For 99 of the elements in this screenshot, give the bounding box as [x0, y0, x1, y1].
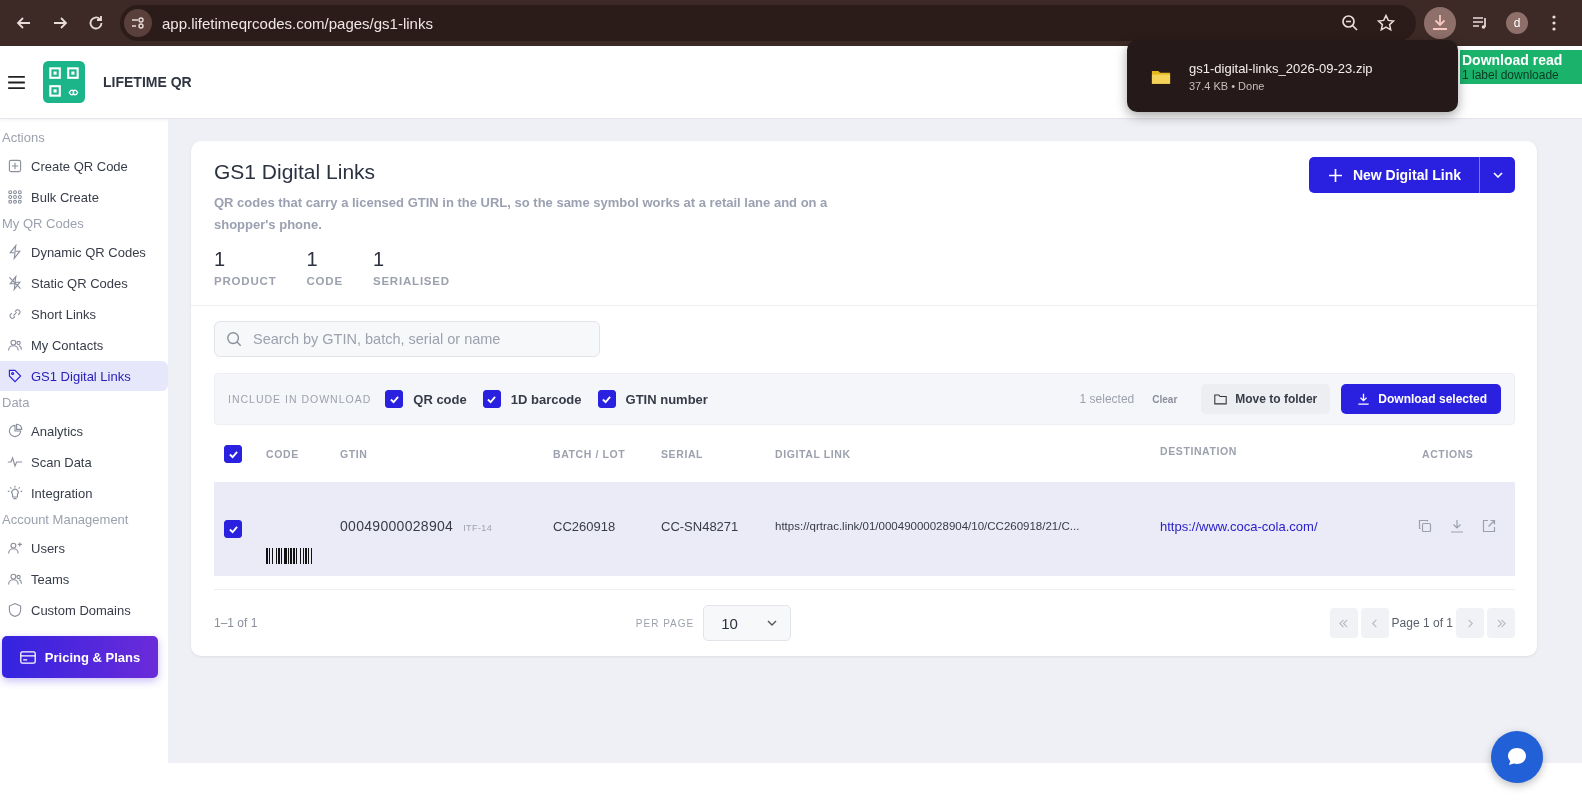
- sidebar-item[interactable]: Create QR Code: [0, 151, 168, 181]
- address-bar[interactable]: app.lifetimeqrcodes.com/pages/gs1-links: [120, 5, 1416, 41]
- sidebar-item[interactable]: Integration: [0, 478, 168, 508]
- sidebar-item[interactable]: Custom Domains: [0, 595, 168, 625]
- result-range: 1–1 of 1: [214, 616, 258, 630]
- stat-value: 1: [306, 248, 319, 271]
- column-header: DIGITAL LINK: [775, 448, 852, 460]
- stat-label: PRODUCT: [214, 275, 277, 287]
- digital-link-text: https://qrtrac.link/01/00049000028904/10/CC260918/21/C...: [775, 520, 1081, 532]
- download-icon[interactable]: [1424, 7, 1456, 39]
- tag-icon: [7, 368, 23, 384]
- section-heading: Data: [1, 394, 31, 412]
- sidebar-item[interactable]: Static QR Codes: [0, 268, 168, 298]
- double-chevron-left-icon: [1338, 617, 1350, 629]
- user-plus-icon: [7, 540, 23, 556]
- section-heading: Account Management: [1, 511, 130, 529]
- url-text: app.lifetimeqrcodes.com/pages/gs1-links: [162, 14, 433, 32]
- link-icon: [7, 306, 23, 322]
- toast-message: 1 label downloade: [1462, 68, 1560, 82]
- stat-value: 1: [372, 248, 386, 271]
- sidebar-item[interactable]: Scan Data: [0, 447, 168, 477]
- page-description: QR codes that carry a licensed GTIN in the URL, so the same symbol works at a retail lane and on a shopper's phone.: [214, 194, 829, 234]
- checkbox[interactable]: [597, 390, 616, 408]
- lightning-icon: [7, 244, 23, 260]
- selected-count: 1 selected: [1079, 392, 1135, 406]
- check-icon: [227, 449, 239, 459]
- sidebar-item[interactable]: Dynamic QR Codes: [0, 237, 168, 267]
- check-icon: [388, 394, 400, 404]
- checkbox[interactable]: [385, 390, 404, 408]
- shield-icon: [7, 602, 23, 618]
- folder-icon: [1214, 393, 1228, 405]
- profile-avatar[interactable]: d: [1506, 12, 1528, 34]
- option-label: GTIN number: [625, 391, 708, 407]
- caret-icon: [1492, 172, 1503, 178]
- search-field[interactable]: Search by GTIN, batch, serial or name: [214, 321, 600, 357]
- sidebar-item[interactable]: Bulk Create: [0, 182, 168, 212]
- new-digital-link-button[interactable]: New Digital Link: [1308, 157, 1479, 193]
- double-chevron-right-icon: [1495, 617, 1507, 629]
- sidebar-item[interactable]: Teams: [0, 564, 168, 594]
- bulb-icon: [7, 485, 23, 501]
- per-page-select[interactable]: 10: [703, 605, 792, 641]
- search-icon: [226, 331, 242, 347]
- grid-dots-icon: [7, 189, 23, 205]
- column-header: ACTIONS: [1421, 448, 1475, 460]
- toast-title: Download read: [1462, 52, 1564, 68]
- download-selected-button[interactable]: Download selected: [1341, 384, 1501, 414]
- page-indicator: Page 1 of 1: [1391, 616, 1453, 630]
- sidebar-item[interactable]: Users: [0, 533, 168, 563]
- contacts-icon: [7, 337, 23, 353]
- column-header: DESTINATION: [1159, 445, 1238, 457]
- site-settings-icon[interactable]: [124, 9, 152, 37]
- chat-button[interactable]: [1491, 731, 1543, 783]
- section-heading: My QR Codes: [1, 215, 85, 233]
- download-icon: [1357, 393, 1371, 405]
- stat-value: 1: [214, 248, 227, 271]
- pricing-button[interactable]: Pricing & Plans: [2, 636, 158, 678]
- per-page-label: PER PAGE: [635, 617, 695, 629]
- sidebar-item[interactable]: Analytics: [0, 416, 168, 446]
- destination-link[interactable]: https://www.coca-cola.com/: [1160, 519, 1318, 534]
- table-cell-text: CC-SN48271: [661, 518, 740, 534]
- sidebar-item[interactable]: Short Links: [0, 299, 168, 329]
- plus-square-icon: [7, 158, 23, 174]
- check-icon: [601, 394, 613, 404]
- plus-icon: [1328, 168, 1342, 182]
- table-row[interactable]: 00049000028904 ITF-14 CC260918 CC-SN48271 https://qrtrac.link/01/00049000028904/10/CC260918/21/C... https://www.coca-cola.com/: [214, 482, 1515, 576]
- gtin-type: ITF-14: [463, 523, 493, 533]
- page-title: GS1 Digital Links: [214, 160, 377, 184]
- select-all-checkbox[interactable]: [224, 445, 242, 463]
- stat-label: CODE: [306, 275, 343, 287]
- dropdown-button[interactable]: [1479, 157, 1515, 193]
- sidebar-item[interactable]: My Contacts: [0, 330, 168, 360]
- gtin-text: 00049000028904: [340, 518, 454, 534]
- option-label: 1D barcode: [510, 391, 582, 407]
- pulse-icon: [7, 454, 23, 470]
- caret-icon: [767, 620, 778, 626]
- pie-chart-icon: [7, 423, 23, 439]
- qr-logo-icon: [43, 61, 85, 103]
- option-label: QR code: [413, 391, 467, 407]
- team-icon: [7, 571, 23, 587]
- brand-name: LIFETIME QR: [103, 74, 192, 90]
- menu-icon[interactable]: [8, 75, 25, 89]
- checkbox[interactable]: [482, 390, 501, 408]
- options-label: INCLUDE IN DOWNLOAD: [228, 393, 372, 405]
- stat-label: SERIALISED: [372, 275, 450, 287]
- table-cell-text: CC260918: [553, 518, 617, 534]
- file-name[interactable]: gs1-digital-links_2026-09-23.zip: [1189, 60, 1373, 76]
- lightning-off-icon: [7, 275, 23, 291]
- check-icon: [486, 394, 498, 404]
- sidebar-item[interactable]: GS1 Digital Links: [0, 361, 168, 391]
- check-icon: [227, 524, 239, 534]
- column-header: SERIAL: [661, 448, 705, 460]
- column-header: GTIN: [340, 448, 369, 460]
- column-header: CODE: [266, 448, 300, 460]
- section-heading: Actions: [1, 129, 46, 147]
- column-header: BATCH / LOT: [553, 448, 627, 460]
- row-checkbox[interactable]: [224, 520, 242, 538]
- file-details: 37.4 KB • Done: [1189, 79, 1266, 92]
- credit-card-icon: [19, 650, 36, 664]
- move-to-folder-button[interactable]: Move to folder: [1201, 384, 1331, 414]
